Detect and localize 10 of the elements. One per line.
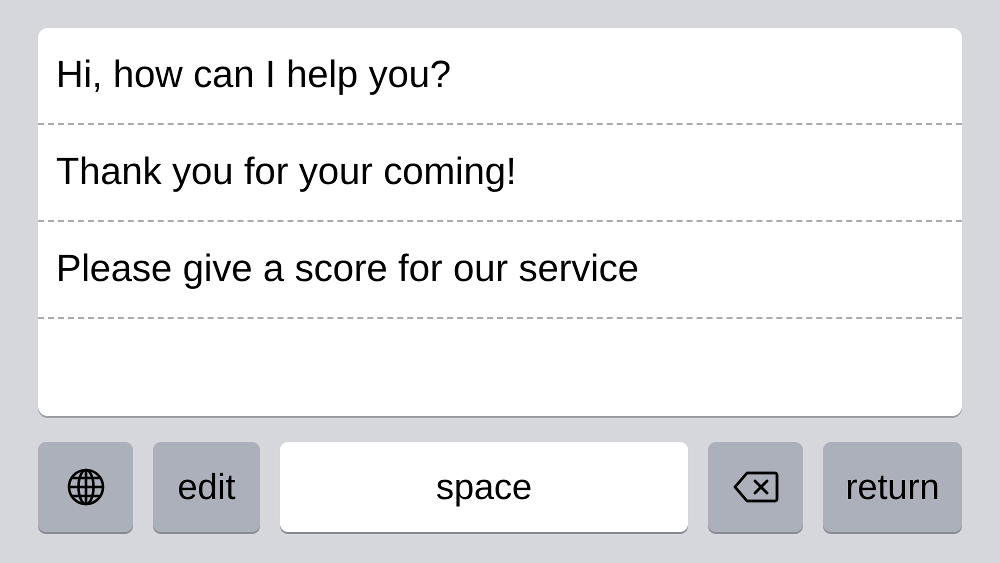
phrase-item[interactable]: Please give a score for our service xyxy=(56,241,639,298)
space-key[interactable]: space xyxy=(280,442,688,532)
phrase-item[interactable]: Thank you for your coming! xyxy=(56,144,516,201)
globe-icon xyxy=(66,467,106,507)
phrase-item[interactable]: Hi, how can I help you? xyxy=(56,47,452,104)
delete-icon xyxy=(732,471,778,503)
keyboard-key[interactable]: edit xyxy=(153,442,260,532)
delete-key[interactable] xyxy=(708,442,803,532)
keyboard-key[interactable]: return xyxy=(823,442,962,532)
globe-key[interactable] xyxy=(38,442,133,532)
